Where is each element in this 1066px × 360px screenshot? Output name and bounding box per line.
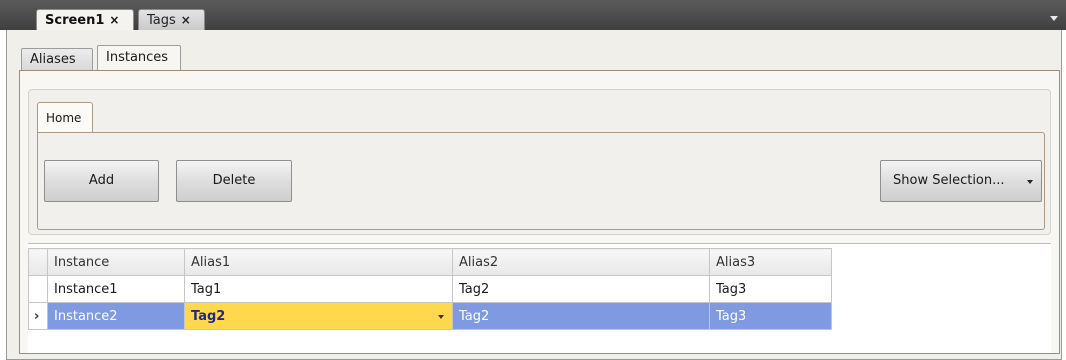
cell-alias2[interactable]: Tag2: [452, 302, 710, 330]
cell-alias2[interactable]: Tag2: [452, 275, 710, 303]
tab-screen1-close-icon[interactable]: ×: [109, 13, 119, 27]
ribbon-tab-home[interactable]: Home: [37, 102, 93, 132]
instances-content: Home Add Delete Show Selection... Instan…: [19, 70, 1060, 354]
table-row-selected[interactable]: › Instance2 Tag2 Tag2 Tag3: [28, 302, 832, 330]
tab-tags[interactable]: Tags ×: [138, 9, 205, 30]
show-selection-label: Show Selection...: [893, 173, 1005, 188]
instances-table: Instance Alias1 Alias2 Alias3 Instance1 …: [28, 248, 832, 330]
show-selection-dropdown[interactable]: Show Selection...: [880, 160, 1042, 202]
ribbon-home-group: Add Delete Show Selection...: [37, 132, 1045, 230]
table-row[interactable]: Instance1 Tag1 Tag2 Tag3: [28, 275, 832, 303]
column-header-alias1[interactable]: Alias1: [184, 248, 453, 276]
tab-tags-label: Tags: [147, 13, 176, 28]
tab-tags-close-icon[interactable]: ×: [181, 13, 191, 27]
cell-alias3[interactable]: Tag3: [709, 275, 832, 303]
cell-alias1-editing[interactable]: Tag2: [184, 302, 453, 330]
instances-grid: Instance Alias1 Alias2 Alias3 Instance1 …: [28, 243, 1051, 353]
cell-instance[interactable]: Instance2: [47, 302, 185, 330]
tab-aliases[interactable]: Aliases: [21, 48, 93, 70]
row-header-corner: [28, 248, 48, 276]
header-row: Instance Alias1 Alias2 Alias3: [28, 248, 832, 276]
tab-screen1[interactable]: Screen1 ×: [36, 9, 134, 30]
chevron-down-icon[interactable]: [438, 315, 444, 319]
tab-screen1-label: Screen1: [45, 13, 105, 28]
editor-pane: Aliases Instances Home Add Delete Show S…: [6, 30, 1062, 360]
delete-button[interactable]: Delete: [176, 160, 292, 202]
cell-alias1[interactable]: Tag1: [184, 275, 453, 303]
row-selector[interactable]: ›: [28, 302, 48, 330]
cell-alias1-value: Tag2: [191, 308, 226, 324]
tab-instances[interactable]: Instances: [97, 45, 181, 70]
column-header-alias2[interactable]: Alias2: [452, 248, 710, 276]
add-button[interactable]: Add: [44, 160, 159, 202]
row-selector[interactable]: [28, 275, 48, 303]
cell-instance[interactable]: Instance1: [47, 275, 185, 303]
ribbon: Home Add Delete Show Selection...: [28, 89, 1051, 235]
document-tab-bar: Screen1 × Tags ×: [0, 0, 1066, 30]
column-header-alias3[interactable]: Alias3: [709, 248, 832, 276]
tab-list-chevron-down-icon[interactable]: [1050, 16, 1058, 21]
column-header-instance[interactable]: Instance: [47, 248, 185, 276]
current-row-arrow-icon: ›: [34, 308, 40, 324]
chevron-down-icon: [1027, 180, 1033, 184]
cell-alias3[interactable]: Tag3: [709, 302, 832, 330]
